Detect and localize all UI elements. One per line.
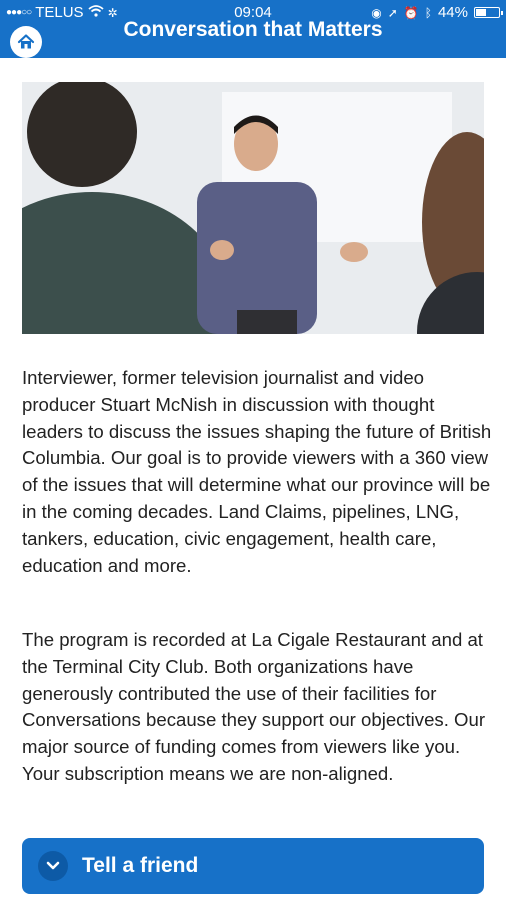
chevron-down-icon (38, 851, 68, 881)
home-icon (17, 34, 35, 49)
tell-a-friend-label: Tell a friend (82, 854, 199, 877)
presenter-photo (22, 82, 484, 334)
page-title: Conversation that Matters (123, 18, 383, 41)
battery-icon (474, 7, 503, 18)
hero-image (22, 82, 484, 334)
description-paragraph: Interviewer, former television journalis… (22, 367, 492, 576)
program-info-paragraph: The program is recorded at La Cigale Res… (22, 629, 486, 784)
tell-a-friend-button[interactable]: Tell a friend (22, 838, 484, 894)
home-button[interactable] (10, 26, 42, 58)
app-header: ●●●○○ TELUS ✲ 09:04 ◉ ➚ ⏰ ᛒ 44% Conversa… (0, 0, 506, 58)
